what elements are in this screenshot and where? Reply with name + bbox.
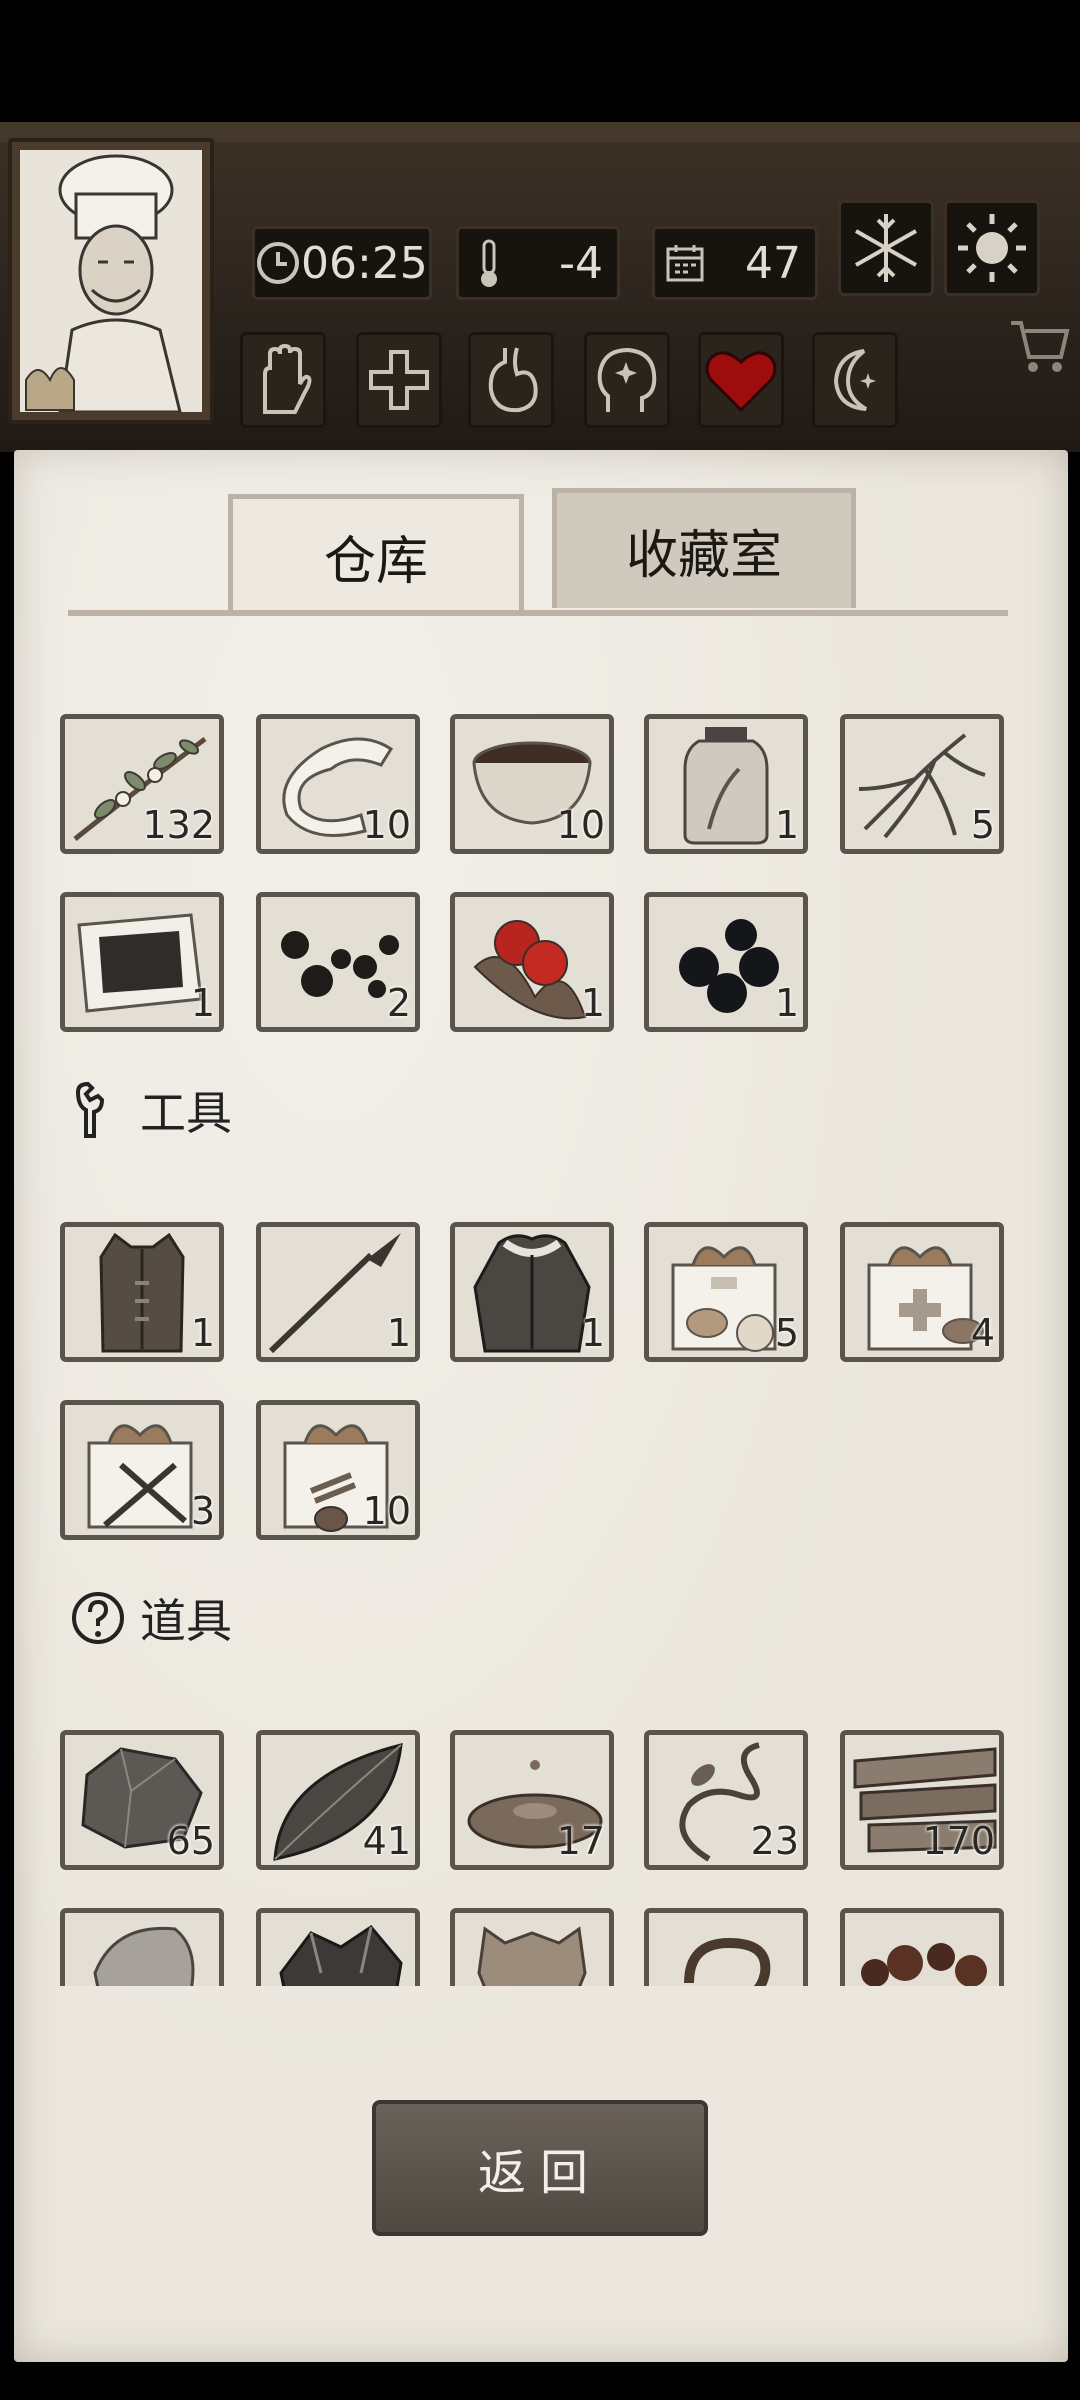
shop-cart-button[interactable] [1004, 312, 1074, 382]
inventory-slot[interactable]: 23 [644, 1730, 808, 1870]
item-quantity: 23 [750, 1819, 799, 1863]
item-quantity: 1 [580, 981, 605, 1025]
sleep-status-button[interactable] [812, 332, 898, 428]
moon-icon [833, 349, 876, 411]
inventory-slot[interactable]: 1 [60, 1222, 224, 1362]
temperature-stat: -4 [456, 226, 620, 300]
inventory-slot[interactable]: 132 [60, 714, 224, 854]
inventory-slot[interactable]: 1 [644, 892, 808, 1032]
snowflake-button[interactable] [838, 200, 934, 296]
item-quantity: 1 [774, 803, 799, 847]
sun-button[interactable] [944, 200, 1040, 296]
item-quantity: 10 [556, 803, 605, 847]
chef-avatar [20, 150, 202, 412]
character-portrait[interactable] [8, 138, 214, 424]
item-quantity: 41 [362, 1819, 411, 1863]
mind-status-button[interactable] [584, 332, 670, 428]
calendar-icon [655, 233, 715, 293]
item-quantity: 4 [970, 1311, 995, 1355]
inventory-slot[interactable]: 170 [840, 1730, 1004, 1870]
medical-cross-icon [369, 350, 429, 410]
inventory-slot[interactable]: 1 [60, 892, 224, 1032]
inventory-slot[interactable] [840, 1908, 1004, 1986]
inventory-slot[interactable]: 10 [450, 714, 614, 854]
stomach-status-button[interactable] [468, 332, 554, 428]
item-quantity: 5 [774, 1311, 799, 1355]
inventory-slot[interactable]: 1 [450, 892, 614, 1032]
item-quantity: 170 [922, 1819, 995, 1863]
item-quantity: 10 [362, 1489, 411, 1533]
rope-icon [684, 1937, 771, 1986]
item-quantity: 132 [142, 803, 215, 847]
item-quantity: 65 [166, 1819, 215, 1863]
inventory-slot[interactable]: 65 [60, 1730, 224, 1870]
inventory-slot[interactable]: 1 [450, 1222, 614, 1362]
inventory-slot[interactable]: 1 [644, 714, 808, 854]
inventory-slot[interactable] [450, 1908, 614, 1986]
inventory-slot[interactable]: 5 [644, 1222, 808, 1362]
item-quantity: 1 [190, 981, 215, 1025]
item-quantity: 1 [386, 1311, 411, 1355]
question-mark-icon [72, 1592, 124, 1644]
item-quantity: 10 [362, 803, 411, 847]
tab-collection-room[interactable]: 收藏室 [552, 488, 856, 608]
snowflake-icon [855, 214, 917, 282]
inventory-slot[interactable]: 5 [840, 714, 1004, 854]
resin-icon [861, 1943, 987, 1986]
inventory-slot[interactable]: 17 [450, 1730, 614, 1870]
system-status-bar [0, 0, 1080, 122]
tools-section-header: 工具 [70, 1074, 232, 1146]
tools-section-label: 工具 [140, 1086, 232, 1140]
inventory-slot[interactable] [60, 1908, 224, 1986]
inventory-slot[interactable] [256, 1908, 420, 1986]
inventory-slot[interactable]: 1 [256, 1222, 420, 1362]
health-status-button[interactable] [356, 332, 442, 428]
inventory-slot[interactable]: 10 [256, 1400, 420, 1540]
inventory-slot[interactable]: 4 [840, 1222, 1004, 1362]
heart-icon [705, 351, 777, 413]
stomach-icon [488, 347, 538, 413]
shopping-cart-icon [1011, 321, 1070, 372]
hand-status-button[interactable] [240, 332, 326, 428]
clock-icon [255, 233, 301, 293]
back-button[interactable]: 返回 [372, 2100, 708, 2236]
heart-status-button[interactable] [698, 332, 784, 428]
item-quantity: 1 [580, 1311, 605, 1355]
item-quantity: 1 [190, 1311, 215, 1355]
wrench-icon [75, 1081, 105, 1138]
item-quantity: 1 [774, 981, 799, 1025]
ore-icon [279, 1925, 403, 1986]
time-value: 06:25 [301, 237, 428, 289]
hand-icon [263, 344, 312, 414]
inventory-slot[interactable]: 41 [256, 1730, 420, 1870]
inventory-scroll-area[interactable]: 132 10 10 1 5 1 2 1 1 工具 1 1 1 5 4 3 10 … [14, 620, 1068, 1986]
sun-icon [958, 214, 1026, 282]
rock-icon [93, 1926, 195, 1986]
head-sparkle-icon [597, 347, 657, 412]
clock-stat: 06:25 [252, 226, 432, 300]
item-quantity: 17 [556, 1819, 605, 1863]
inventory-slot[interactable]: 10 [256, 714, 420, 854]
inventory-slot[interactable] [644, 1908, 808, 1986]
thermometer-icon [459, 233, 519, 293]
hide-icon [477, 1926, 587, 1986]
item-quantity: 2 [386, 981, 411, 1025]
inventory-slot[interactable]: 2 [256, 892, 420, 1032]
temperature-value: -4 [559, 237, 603, 289]
item-quantity: 5 [970, 803, 995, 847]
tab-warehouse[interactable]: 仓库 [228, 494, 524, 614]
inventory-slot[interactable]: 3 [60, 1400, 224, 1540]
props-section-label: 道具 [140, 1594, 232, 1648]
tab-divider [68, 610, 1008, 616]
day-value: 47 [745, 237, 801, 289]
props-section-header: 道具 [70, 1582, 232, 1654]
day-stat: 47 [652, 226, 818, 300]
item-quantity: 3 [190, 1489, 215, 1533]
